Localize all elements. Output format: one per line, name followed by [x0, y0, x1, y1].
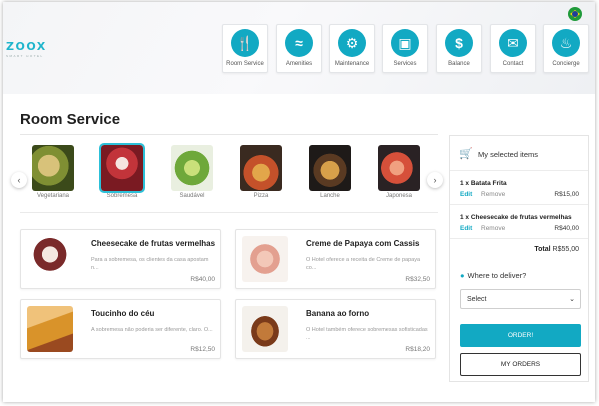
- dollar-icon: $: [445, 29, 473, 57]
- nav-balance[interactable]: $ Balance: [436, 24, 482, 73]
- category-label: Sobremesa: [106, 193, 138, 199]
- order-panel-title: My selected items: [478, 150, 539, 159]
- header: ZOOX SMART HOTEL 🍴 Room Service ≈ Amenit…: [3, 2, 595, 94]
- edit-link[interactable]: Edit: [460, 225, 472, 232]
- nav-maintenance[interactable]: ⚙ Maintenance: [329, 24, 375, 73]
- category-sobremesa[interactable]: Sobremesa: [99, 143, 145, 199]
- order-item-price: R$15,00: [554, 191, 579, 198]
- logo-text: ZOOX: [6, 40, 47, 53]
- chevron-left-icon: ‹: [17, 175, 21, 185]
- product-price: R$32,50: [405, 276, 430, 283]
- product-description: O Hotel também oferece sobremesas sofist…: [306, 327, 428, 341]
- product-card-creme-papaya[interactable]: Creme de Papaya com Cassis O Hotel ofere…: [235, 229, 436, 289]
- map-pin-icon: ●: [460, 271, 465, 280]
- deliver-question: ● Where to deliver?: [460, 271, 526, 280]
- category-image: [378, 145, 420, 191]
- product-description: O Hotel oferece a receita de Creme de pa…: [306, 257, 421, 271]
- delivery-location-select[interactable]: Select ⌄: [460, 289, 581, 309]
- brazil-flag-icon[interactable]: [568, 7, 582, 21]
- order-button[interactable]: ORDER!: [460, 324, 581, 347]
- nav-label: Contact: [502, 61, 524, 67]
- logo[interactable]: ZOOX SMART HOTEL: [6, 40, 56, 58]
- category-label: Japonesa: [385, 193, 413, 199]
- category-label: Pizza: [253, 193, 269, 199]
- nav-label: Amenities: [285, 61, 313, 67]
- divider: [20, 134, 438, 135]
- product-description: A sobremesa não poderia ser diferente, c…: [91, 327, 213, 333]
- product-name: Creme de Papaya com Cassis: [306, 239, 420, 248]
- divider: [20, 212, 438, 213]
- carousel-prev-button[interactable]: ‹: [11, 172, 27, 188]
- envelope-icon: ✉: [499, 29, 527, 57]
- product-image: [242, 236, 288, 282]
- order-item-name: 1 x Batata Frita: [460, 180, 507, 187]
- category-image: [99, 143, 145, 193]
- category-image: [32, 145, 74, 191]
- luggage-cart-icon: ▣: [391, 29, 419, 57]
- category-label: Vegetariana: [36, 193, 70, 199]
- nav-amenities[interactable]: ≈ Amenities: [276, 24, 322, 73]
- deliver-label: Where to deliver?: [467, 271, 527, 280]
- category-japonesa[interactable]: Japonesa: [376, 145, 422, 199]
- category-lanche[interactable]: Lanche: [307, 145, 353, 199]
- nav-contact[interactable]: ✉ Contact: [490, 24, 536, 73]
- nav-label: Maintenance: [334, 61, 370, 67]
- carousel-next-button[interactable]: ›: [427, 172, 443, 188]
- product-price: R$18,20: [405, 346, 430, 353]
- order-item: 1 x Batata Frita Edit Remove R$15,00: [450, 171, 588, 205]
- bell-icon: ♨: [552, 29, 580, 57]
- product-name: Cheesecake de frutas vermelhas: [91, 239, 216, 248]
- order-item: 1 x Cheesecake de frutas vermelhas Edit …: [450, 205, 588, 239]
- pool-icon: ≈: [285, 29, 313, 57]
- remove-link[interactable]: Remove: [481, 225, 505, 232]
- order-total: Total R$55,00: [534, 246, 579, 253]
- nav-concierge[interactable]: ♨ Concierge: [543, 24, 589, 73]
- nav-label: Room Service: [226, 61, 264, 67]
- logo-tagline: SMART HOTEL: [6, 54, 44, 58]
- category-image: [240, 145, 282, 191]
- order-item-name: 1 x Cheesecake de frutas vermelhas: [460, 214, 572, 221]
- page-title: Room Service: [20, 111, 121, 128]
- product-description: Para a sobremesa, os clientes da casa ap…: [91, 257, 209, 271]
- product-card-toucinho[interactable]: Toucinho do céu A sobremesa não poderia …: [20, 299, 221, 359]
- category-label: Lanche: [320, 193, 340, 199]
- product-card-cheesecake[interactable]: Cheesecake de frutas vermelhas Para a so…: [20, 229, 221, 289]
- nav-label: Concierge: [552, 61, 580, 67]
- product-name: Banana ao forno: [306, 309, 370, 318]
- product-image: [27, 236, 73, 282]
- nav-room-service[interactable]: 🍴 Room Service: [222, 24, 268, 73]
- app-window: ZOOX SMART HOTEL 🍴 Room Service ≈ Amenit…: [3, 2, 595, 402]
- total-value: R$55,00: [552, 246, 579, 253]
- product-name: Toucinho do céu: [91, 309, 155, 318]
- category-pizza[interactable]: Pizza: [238, 145, 284, 199]
- my-orders-button[interactable]: MY ORDERS: [460, 353, 581, 376]
- nav-label: Balance: [448, 61, 470, 67]
- total-label: Total: [534, 246, 551, 253]
- product-price: R$12,50: [190, 346, 215, 353]
- product-image: [27, 306, 73, 352]
- edit-link[interactable]: Edit: [460, 191, 472, 198]
- category-saudavel[interactable]: Saudável: [169, 145, 215, 199]
- order-panel-header: 🛒 My selected items: [450, 136, 588, 171]
- chevron-right-icon: ›: [433, 175, 437, 185]
- product-image: [242, 306, 288, 352]
- nav-label: Services: [393, 61, 417, 67]
- remove-link[interactable]: Remove: [481, 191, 505, 198]
- nav-services[interactable]: ▣ Services: [382, 24, 428, 73]
- order-item-price: R$40,00: [554, 225, 579, 232]
- utensils-icon: 🍴: [231, 29, 259, 57]
- cart-icon: 🛒: [459, 148, 473, 160]
- select-value: Select: [467, 296, 487, 303]
- product-card-banana[interactable]: Banana ao forno O Hotel também oferece s…: [235, 299, 436, 359]
- category-vegetariana[interactable]: Vegetariana: [30, 145, 76, 199]
- order-panel: 🛒 My selected items 1 x Batata Frita Edi…: [449, 135, 589, 382]
- category-label: Saudável: [179, 193, 205, 199]
- chevron-down-icon: ⌄: [569, 296, 575, 303]
- product-price: R$40,00: [190, 276, 215, 283]
- gears-icon: ⚙: [338, 29, 366, 57]
- category-image: [309, 145, 351, 191]
- category-image: [171, 145, 213, 191]
